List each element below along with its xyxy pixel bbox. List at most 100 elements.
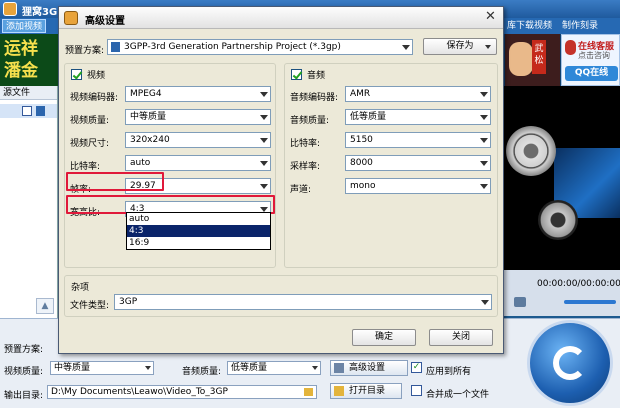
video-codec-label: 视频编码器: (70, 93, 119, 103)
audio-quality-dlg-select[interactable]: 低等质量 (345, 109, 491, 125)
close-icon[interactable]: ✕ (483, 10, 498, 25)
audio-group-header: 音频 (307, 68, 329, 81)
audio-quality-select[interactable]: 低等质量 (227, 361, 321, 375)
open-dir-label: 打开目录 (349, 386, 386, 396)
audio-quality-value: 低等质量 (231, 363, 268, 373)
banner-ad-left[interactable]: 运祥 潘金 (0, 34, 62, 86)
video-size-label: 视频尺寸: (70, 139, 110, 149)
audio-enable-checkbox[interactable] (291, 69, 302, 80)
open-dir-button[interactable]: 打开目录 (330, 383, 402, 399)
video-enable-checkbox[interactable] (71, 69, 82, 80)
volume-slider[interactable] (564, 300, 616, 304)
channel-label: 声道: (290, 185, 312, 195)
make-dvd-button[interactable]: 制作刻录DVD (559, 19, 620, 45)
aspect-option-auto[interactable]: auto (127, 213, 270, 225)
film-reel-icon (506, 126, 556, 176)
click-consult-label: 点击咨询 (578, 51, 610, 60)
file-list-header: 源文件 (0, 86, 57, 100)
save-as-button[interactable]: 保存为 (423, 38, 497, 55)
video-bitrate-select[interactable]: auto (125, 155, 271, 171)
close-button[interactable]: 关闭 (429, 329, 493, 346)
channel-select[interactable]: mono (345, 178, 491, 194)
playback-time: 00:00:00/00:00:00 (537, 279, 620, 289)
playback-bar: 00:00:00/00:00:00 (504, 270, 620, 316)
file-checkbox[interactable] (22, 106, 32, 116)
ok-button[interactable]: 确定 (352, 329, 416, 346)
apply-to-all-checkbox[interactable]: ✓ (411, 362, 422, 373)
audio-bitrate-label: 比特率: (290, 139, 321, 149)
chevron-down-icon (257, 179, 270, 193)
ad-line-1: 运祥 (4, 39, 38, 59)
file-type-select[interactable]: 3GP (114, 294, 492, 310)
chevron-down-icon (477, 133, 490, 147)
save-as-label: 保存为 (446, 41, 474, 51)
video-bitrate-label: 比特率: (70, 162, 101, 172)
app-logo-icon (3, 2, 17, 16)
misc-group-header: 杂项 (71, 280, 93, 293)
video-quality-value: 中等质量 (54, 363, 91, 373)
audio-bitrate-value: 5150 (350, 135, 373, 145)
video-quality-label: 视频质量: (4, 367, 44, 377)
advanced-settings-dialog: 高级设置 ✕ 预置方案: 3GPP-3rd Generation Partner… (58, 6, 504, 354)
video-quality-select[interactable]: 中等质量 (50, 361, 154, 375)
advanced-settings-button[interactable]: 高级设置 (330, 360, 408, 376)
snapshot-camera-icon[interactable] (514, 297, 526, 307)
audio-quality-label: 音频质量: (182, 367, 222, 377)
chevron-down-icon (399, 40, 412, 54)
dialog-preset-label: 预置方案: (65, 46, 105, 56)
audio-codec-label: 音频编码器: (290, 93, 339, 103)
video-quality-dlg-select[interactable]: 中等质量 (125, 109, 271, 125)
file-type-value: 3GP (119, 297, 138, 307)
samplerate-select[interactable]: 8000 (345, 155, 491, 171)
video-size-select[interactable]: 320x240 (125, 132, 271, 148)
video-quality-dlg-value: 中等质量 (130, 112, 167, 122)
advanced-settings-label: 高级设置 (349, 363, 386, 373)
chevron-down-icon (312, 366, 318, 370)
aspect-option-16-9[interactable]: 16:9 (127, 237, 270, 249)
file-list-row[interactable] (0, 104, 57, 118)
add-video-button[interactable]: 添加视频 (2, 19, 47, 33)
film-icon (111, 42, 120, 52)
video-group-header: 视频 (87, 68, 109, 81)
refresh-arrow-icon (553, 346, 587, 380)
chevron-down-icon (257, 156, 270, 170)
output-dir-label: 输出目录: (4, 391, 44, 401)
merge-checkbox[interactable] (411, 385, 422, 396)
output-dir-value: D:\My Documents\Leawo\Video_To_3GP (51, 387, 228, 397)
chevron-down-icon (477, 179, 490, 193)
online-help-panel[interactable]: 在线客服 点击咨询 QQ在线 (561, 34, 620, 86)
framerate-highlight (66, 172, 164, 191)
folder-icon[interactable] (304, 388, 313, 396)
audio-bitrate-select[interactable]: 5150 (345, 132, 491, 148)
qq-online-button[interactable]: QQ在线 (565, 66, 618, 81)
film-icon (36, 106, 45, 116)
folder-open-icon (334, 386, 344, 396)
convert-button[interactable] (527, 320, 613, 406)
dialog-preset-select[interactable]: 3GPP-3rd Generation Partnership Project … (107, 39, 413, 55)
video-codec-select[interactable]: MPEG4 (125, 86, 271, 102)
chevron-down-icon (477, 110, 490, 124)
audio-codec-select[interactable]: AMR (345, 86, 491, 102)
chevron-down-icon (478, 295, 491, 309)
audio-quality-dlg-label: 音频质量: (290, 116, 330, 126)
channel-value: mono (350, 181, 376, 191)
chevron-down-icon (257, 110, 270, 124)
move-up-button[interactable]: ▲ (36, 298, 54, 314)
dialog-title: 高级设置 (85, 16, 125, 27)
aspect-option-4-3[interactable]: 4:3 (127, 225, 270, 237)
chevron-down-icon (257, 87, 270, 101)
seal-badge: 武松 (532, 40, 546, 74)
download-video-button[interactable]: 下载视频 (513, 19, 555, 33)
audio-quality-dlg-value: 低等质量 (350, 112, 387, 122)
output-dir-field[interactable]: D:\My Documents\Leawo\Video_To_3GP (47, 385, 317, 399)
dialog-preset-value: 3GPP-3rd Generation Partnership Project … (124, 42, 341, 52)
chevron-down-icon (145, 366, 151, 370)
file-list-pane: 源文件 ▲ (0, 86, 58, 318)
video-codec-value: MPEG4 (130, 89, 162, 99)
preset-label: 预置方案: (4, 345, 44, 355)
chevron-down-icon (257, 133, 270, 147)
chevron-down-icon (477, 87, 490, 101)
video-bitrate-value: auto (130, 158, 151, 168)
film-reel-small-icon (538, 200, 578, 240)
character-face-icon (509, 42, 533, 76)
